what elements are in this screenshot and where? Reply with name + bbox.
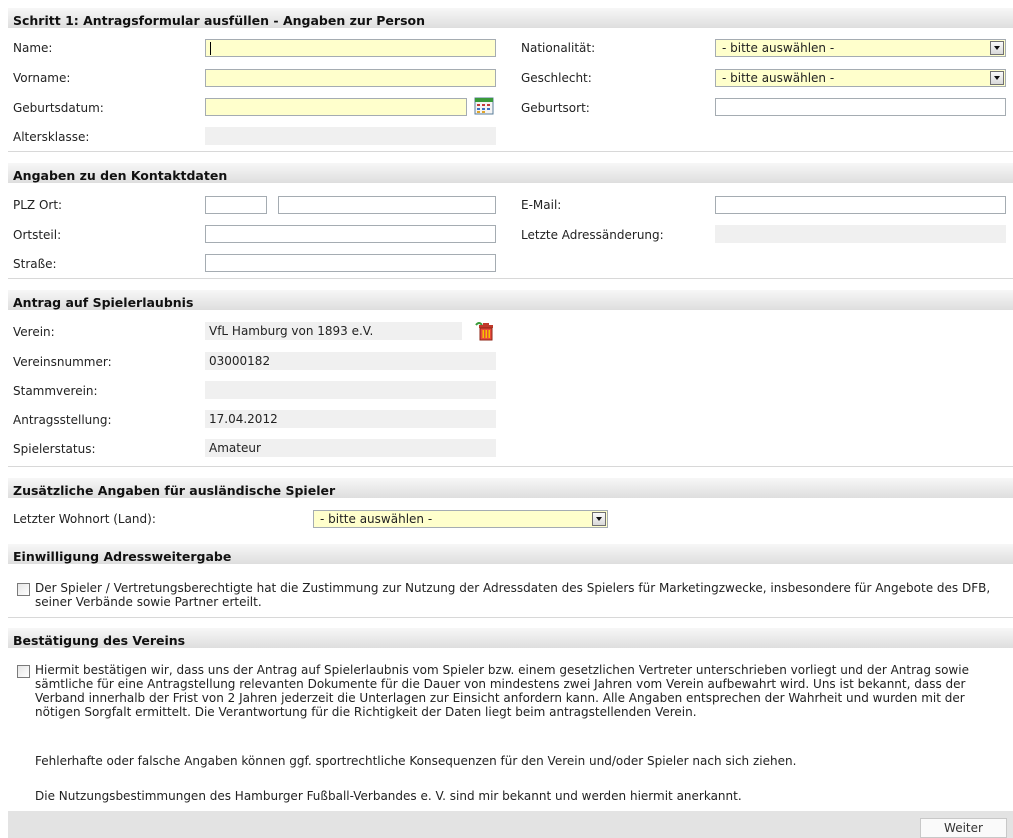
consent-text: Der Spieler / Vertretungsberechtigte hat…: [35, 581, 991, 609]
stammverein-label: Stammverein:: [13, 384, 98, 398]
ortsteil-input[interactable]: [205, 225, 496, 243]
section-header-consent: Einwilligung Adressweitergabe: [8, 544, 1013, 564]
verein-value: VfL Hamburg von 1893 e.V.: [205, 322, 462, 340]
plz-ort-label: PLZ Ort:: [13, 198, 63, 212]
chevron-down-icon[interactable]: [592, 512, 606, 526]
geburtsort-input[interactable]: [715, 98, 1006, 116]
weiter-button[interactable]: Weiter: [920, 818, 1007, 838]
vorname-label: Vorname:: [13, 71, 71, 85]
section-header-confirm: Bestätigung des Vereins: [8, 628, 1013, 648]
wohnort-select[interactable]: - bitte auswählen -: [313, 510, 608, 528]
confirm-checkbox[interactable]: [17, 665, 30, 678]
spielerstatus-value: Amateur: [205, 439, 496, 457]
section-header-permit: Antrag auf Spielerlaubnis: [8, 290, 1013, 310]
nationalitaet-label: Nationalität:: [521, 41, 596, 55]
ortsteil-label: Ortsteil:: [13, 228, 62, 242]
altersklasse-value: [205, 127, 496, 145]
vorname-input[interactable]: [205, 69, 496, 87]
antragsstellung-label: Antragsstellung:: [13, 413, 112, 427]
stammverein-value: [205, 381, 496, 399]
geschlecht-label: Geschlecht:: [521, 71, 592, 85]
verein-label: Verein:: [13, 325, 55, 339]
section-header-person: Schritt 1: Antragsformular ausfüllen - A…: [8, 8, 1013, 28]
confirm-text: Hiermit bestätigen wir, dass uns der Ant…: [35, 663, 969, 719]
chevron-down-icon[interactable]: [990, 41, 1004, 55]
strasse-input[interactable]: [205, 254, 496, 272]
email-label: E-Mail:: [521, 198, 562, 212]
antragsstellung-value: 17.04.2012: [205, 410, 496, 428]
consent-checkbox[interactable]: [17, 583, 30, 596]
footer-bar: [8, 811, 1013, 838]
geschlecht-select[interactable]: - bitte auswählen -: [715, 69, 1006, 87]
email-input[interactable]: [715, 196, 1006, 214]
section-divider: [8, 466, 1013, 467]
geburtsdatum-label: Geburtsdatum:: [13, 101, 104, 115]
letzte-adressaenderung-value: [715, 225, 1006, 243]
vereinsnummer-value: 03000182: [205, 352, 496, 370]
trash-icon[interactable]: [473, 320, 495, 342]
geburtsort-label: Geburtsort:: [521, 101, 590, 115]
name-input[interactable]: [205, 39, 496, 57]
nationalitaet-select[interactable]: - bitte auswählen -: [715, 39, 1006, 57]
plz-input[interactable]: [205, 196, 267, 214]
ort-input[interactable]: [278, 196, 496, 214]
nationalitaet-selected: - bitte auswählen -: [722, 41, 835, 55]
section-header-foreign: Zusätzliche Angaben für ausländische Spi…: [8, 478, 1013, 498]
strasse-label: Straße:: [13, 257, 57, 271]
altersklasse-label: Altersklasse:: [13, 130, 90, 144]
geburtsdatum-input[interactable]: [205, 98, 467, 116]
spielerstatus-label: Spielerstatus:: [13, 442, 96, 456]
wohnort-label: Letzter Wohnort (Land):: [13, 512, 156, 526]
wohnort-selected: - bitte auswählen -: [320, 512, 433, 526]
calendar-icon[interactable]: [474, 97, 494, 115]
section-divider: [8, 151, 1013, 152]
chevron-down-icon[interactable]: [990, 71, 1004, 85]
section-divider: [8, 278, 1013, 279]
text-cursor: [210, 42, 211, 55]
section-header-contact: Angaben zu den Kontaktdaten: [8, 163, 1013, 183]
vereinsnummer-label: Vereinsnummer:: [13, 355, 112, 369]
letzte-adressaenderung-label: Letzte Adressänderung:: [521, 228, 664, 242]
section-divider: [8, 617, 1013, 618]
confirm-note-terms: Die Nutzungsbestimmungen des Hamburger F…: [35, 789, 742, 803]
confirm-note-consequences: Fehlerhafte oder falsche Angaben können …: [35, 754, 797, 768]
geschlecht-selected: - bitte auswählen -: [722, 71, 835, 85]
name-label: Name:: [13, 41, 53, 55]
